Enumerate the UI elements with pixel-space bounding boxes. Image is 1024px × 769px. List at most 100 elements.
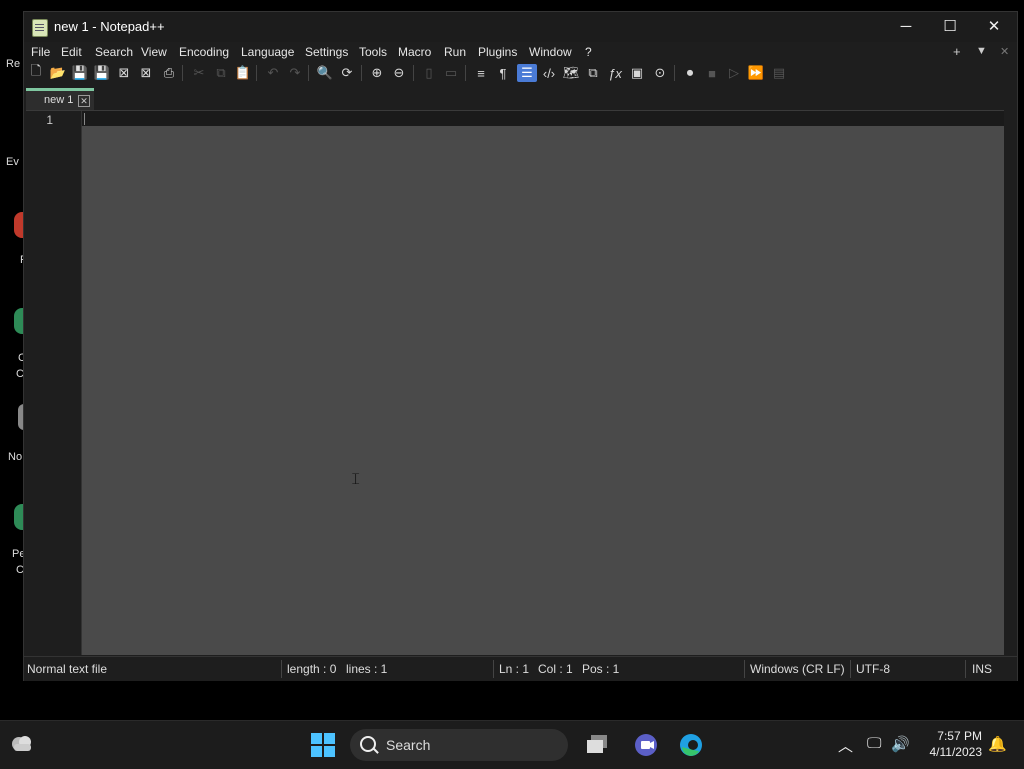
close-all-icon[interactable]: ⊠ [137, 64, 155, 82]
menu-run[interactable]: Run [444, 45, 466, 59]
edge-browser-icon[interactable] [679, 733, 703, 757]
volume-icon[interactable]: 🔊 [891, 735, 910, 753]
sync-vertical-icon[interactable]: ▯ [420, 64, 438, 82]
toolbar-separator [465, 65, 466, 81]
network-icon[interactable]: 🖵 [867, 735, 881, 752]
status-file-type: Normal text file [27, 662, 108, 676]
text-caret [84, 113, 85, 125]
close-tab-icon[interactable]: ✕ [1000, 45, 1009, 58]
save-all-icon[interactable]: 💾 [93, 64, 111, 82]
menu-view[interactable]: View [141, 45, 167, 59]
play-macro-icon[interactable]: ▷ [725, 64, 743, 82]
status-position: Pos : 1 [582, 662, 620, 676]
status-line: Ln : 1 [499, 662, 530, 676]
monitoring-icon[interactable]: ▣ [628, 64, 646, 82]
clock-date: 4/11/2023 [929, 745, 983, 759]
toolbar-separator [256, 65, 257, 81]
document-list-icon[interactable]: ⧉ [584, 64, 602, 82]
status-separator [493, 660, 494, 678]
redo-icon[interactable]: ↷ [286, 64, 304, 82]
function-list-icon[interactable]: ƒx [606, 64, 624, 82]
current-line-highlight[interactable] [82, 111, 1004, 126]
close-icon[interactable]: ⊠ [115, 64, 133, 82]
close-icon[interactable]: ✕ [78, 95, 90, 107]
minimize-button[interactable]: ─ [884, 12, 928, 42]
status-bar: Normal text file length : 0 lines : 1 Ln… [24, 656, 1017, 681]
document-map-icon[interactable]: 🗺 [562, 64, 580, 82]
menu-encoding[interactable]: Encoding [179, 45, 229, 59]
taskbar: Search ︿ 🖵 🔊 7:57 PM 4/11/2023 🔔 [0, 720, 1024, 769]
menu-search[interactable]: Search [95, 45, 133, 59]
menu-tools[interactable]: Tools [359, 45, 387, 59]
replace-icon[interactable]: ⟳ [338, 64, 356, 82]
menu-edit[interactable]: Edit [61, 45, 82, 59]
status-separator [744, 660, 745, 678]
tab-strip: new 1 ✕ [26, 88, 1004, 110]
maximize-button[interactable]: ☐ [928, 12, 972, 42]
sync-horizontal-icon[interactable]: ▭ [442, 64, 460, 82]
paste-icon[interactable]: 📋 [234, 64, 252, 82]
print-icon[interactable]: ⎙ [160, 64, 178, 82]
zoom-out-icon[interactable]: ⊖ [390, 64, 408, 82]
start-button[interactable] [311, 733, 335, 757]
word-wrap-icon[interactable]: ≡ [472, 64, 490, 82]
status-eol: Windows (CR LF) [750, 662, 845, 676]
toolbar-separator [308, 65, 309, 81]
weather-cloud-icon[interactable] [10, 733, 34, 753]
cut-icon[interactable]: ✂ [190, 64, 208, 82]
stop-record-icon[interactable]: ■ [703, 64, 721, 82]
ibeam-cursor-icon: 𝙸 [350, 471, 362, 488]
menu-window[interactable]: Window [529, 45, 572, 59]
record-macro-icon[interactable]: ⏺ [681, 64, 699, 82]
undo-icon[interactable]: ↶ [264, 64, 282, 82]
menu-file[interactable]: File [31, 45, 50, 59]
notepadpp-app-icon[interactable] [32, 19, 48, 37]
show-all-characters-icon[interactable]: ¶ [494, 64, 512, 82]
toolbar-separator [182, 65, 183, 81]
copy-icon[interactable]: ⧉ [212, 64, 230, 82]
toolbar-separator [674, 65, 675, 81]
save-macro-icon[interactable]: ▤ [770, 64, 788, 82]
folder-as-workspace-icon[interactable]: ⊙ [651, 64, 669, 82]
search-label: Search [386, 737, 431, 753]
status-separator [965, 660, 966, 678]
find-icon[interactable]: 🔍 [316, 64, 334, 82]
save-icon[interactable]: 💾 [71, 64, 89, 82]
editor[interactable]: 1 𝙸 [26, 110, 1004, 655]
status-insert-mode: INS [972, 662, 993, 676]
clock[interactable]: 7:57 PM 4/11/2023 [920, 728, 983, 760]
taskbar-search[interactable]: Search [350, 729, 568, 761]
xml-tag-icon[interactable]: ‹/› [540, 64, 558, 82]
show-hidden-icons-chevron-icon[interactable]: ︿ [838, 735, 853, 756]
text-area[interactable] [82, 126, 1004, 655]
run-macro-multiple-icon[interactable]: ⏩ [747, 64, 765, 82]
add-tab-icon[interactable]: + [953, 44, 961, 59]
teams-chat-icon[interactable] [634, 733, 658, 757]
toolbar-separator [413, 65, 414, 81]
list-tabs-icon[interactable]: ▼ [976, 45, 987, 57]
menu-language[interactable]: Language [241, 45, 294, 59]
indent-guide-icon[interactable]: ☰ [517, 64, 537, 82]
menu-help[interactable]: ? [585, 45, 592, 59]
zoom-in-icon[interactable]: ⊕ [368, 64, 386, 82]
search-icon [360, 736, 376, 752]
status-encoding: UTF-8 [856, 662, 890, 676]
tab-new-1[interactable]: new 1 ✕ [26, 88, 94, 110]
open-file-icon[interactable]: 📂 [49, 64, 67, 82]
menu-macro[interactable]: Macro [398, 45, 431, 59]
window-title: new 1 - Notepad++ [54, 19, 165, 34]
close-window-button[interactable]: ✕ [972, 12, 1016, 42]
new-file-icon[interactable]: 🗋 [27, 63, 45, 82]
line-number-gutter[interactable]: 1 [26, 111, 82, 655]
tab-label: new 1 [44, 94, 74, 106]
status-separator [850, 660, 851, 678]
line-number: 1 [46, 113, 53, 127]
menu-settings[interactable]: Settings [305, 45, 348, 59]
notepadpp-window: new 1 - Notepad++ ─ ☐ ✕ File Edit Search… [23, 11, 1018, 681]
toolbar: 🗋 📂 💾 💾 ⊠ ⊠ ⎙ ✂ ⧉ 📋 ↶ ↷ 🔍 ⟳ ⊕ ⊖ ▯ ▭ ≡ ¶ … [24, 62, 1017, 84]
title-bar[interactable]: new 1 - Notepad++ ─ ☐ ✕ [24, 12, 1017, 42]
task-view-icon[interactable] [585, 733, 609, 757]
menu-plugins[interactable]: Plugins [478, 45, 517, 59]
notifications-icon[interactable]: 🔔 [988, 735, 1007, 753]
status-column: Col : 1 [538, 662, 573, 676]
